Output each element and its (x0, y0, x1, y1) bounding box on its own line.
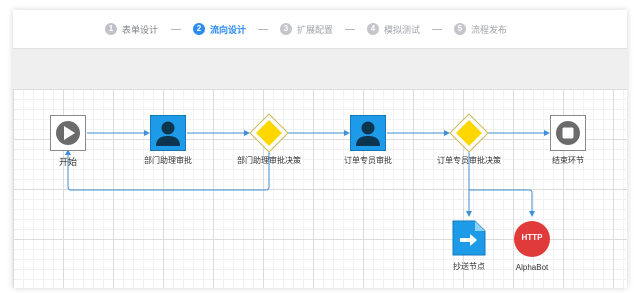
step-label: 表单设计 (122, 24, 159, 35)
step-extension-config[interactable]: 3 扩展配置 (280, 22, 333, 36)
step-number: 2 (193, 23, 205, 35)
node-label: 结束环节 (552, 156, 584, 165)
user-icon (150, 115, 186, 151)
link-decision-http[interactable] (469, 189, 535, 217)
node-label: 部门助理审批决策 (237, 156, 301, 165)
node-label: 部门助理审批 (144, 156, 192, 165)
diamond-icon (249, 113, 289, 153)
step-number: 1 (105, 23, 117, 35)
step-simulate-test[interactable]: 4 模拟测试 (367, 22, 420, 36)
node-label: 订单专员审批 (344, 156, 392, 165)
node-dept-decision[interactable]: 部门助理审批决策 (237, 113, 301, 165)
node-label: 开始 (58, 157, 78, 167)
workflow-designer: 1 表单设计 2 流向设计 3 扩展配置 4 模拟测试 5 流程发布 开始 部门… (13, 10, 627, 288)
node-cc[interactable]: 抄送节点 (452, 220, 486, 271)
step-label: 模拟测试 (384, 24, 421, 35)
flow-canvas[interactable]: 开始 部门助理审批 部门助理审批决策 订单专员审批 订单专员审批决策 结束环节 … (13, 89, 627, 288)
step-separator (258, 29, 268, 30)
step-separator (345, 29, 355, 30)
node-end[interactable]: 结束环节 (550, 115, 586, 165)
step-publish[interactable]: 5 流程发布 (454, 22, 507, 36)
node-http[interactable]: HTTP AlphaBot (513, 220, 551, 272)
step-separator (171, 29, 181, 30)
flow-links (65, 130, 550, 217)
user-icon (350, 115, 386, 151)
step-label: 扩展配置 (297, 24, 334, 35)
node-dept-approval[interactable]: 部门助理审批 (144, 115, 192, 165)
step-number: 4 (367, 23, 379, 35)
play-icon (50, 115, 86, 151)
step-separator (432, 29, 442, 30)
step-form-design[interactable]: 1 表单设计 (105, 22, 158, 36)
node-order-decision[interactable]: 订单专员审批决策 (437, 113, 501, 165)
send-file-icon (452, 220, 486, 256)
http-badge-text: HTTP (521, 233, 543, 242)
step-label: 流向设计 (210, 24, 247, 35)
node-start[interactable]: 开始 (50, 115, 86, 167)
stop-icon (550, 115, 586, 151)
toolbar-area (13, 48, 627, 90)
diamond-icon (449, 113, 489, 153)
step-label: 流程发布 (471, 24, 508, 35)
node-order-approval[interactable]: 订单专员审批 (344, 115, 392, 165)
step-number: 3 (280, 23, 292, 35)
node-label: 订单专员审批决策 (437, 156, 501, 165)
step-number: 5 (454, 23, 466, 35)
step-bar: 1 表单设计 2 流向设计 3 扩展配置 4 模拟测试 5 流程发布 (13, 10, 627, 48)
step-flow-design[interactable]: 2 流向设计 (193, 22, 246, 36)
node-label: AlphaBot (515, 263, 549, 272)
node-label: 抄送节点 (453, 262, 485, 271)
